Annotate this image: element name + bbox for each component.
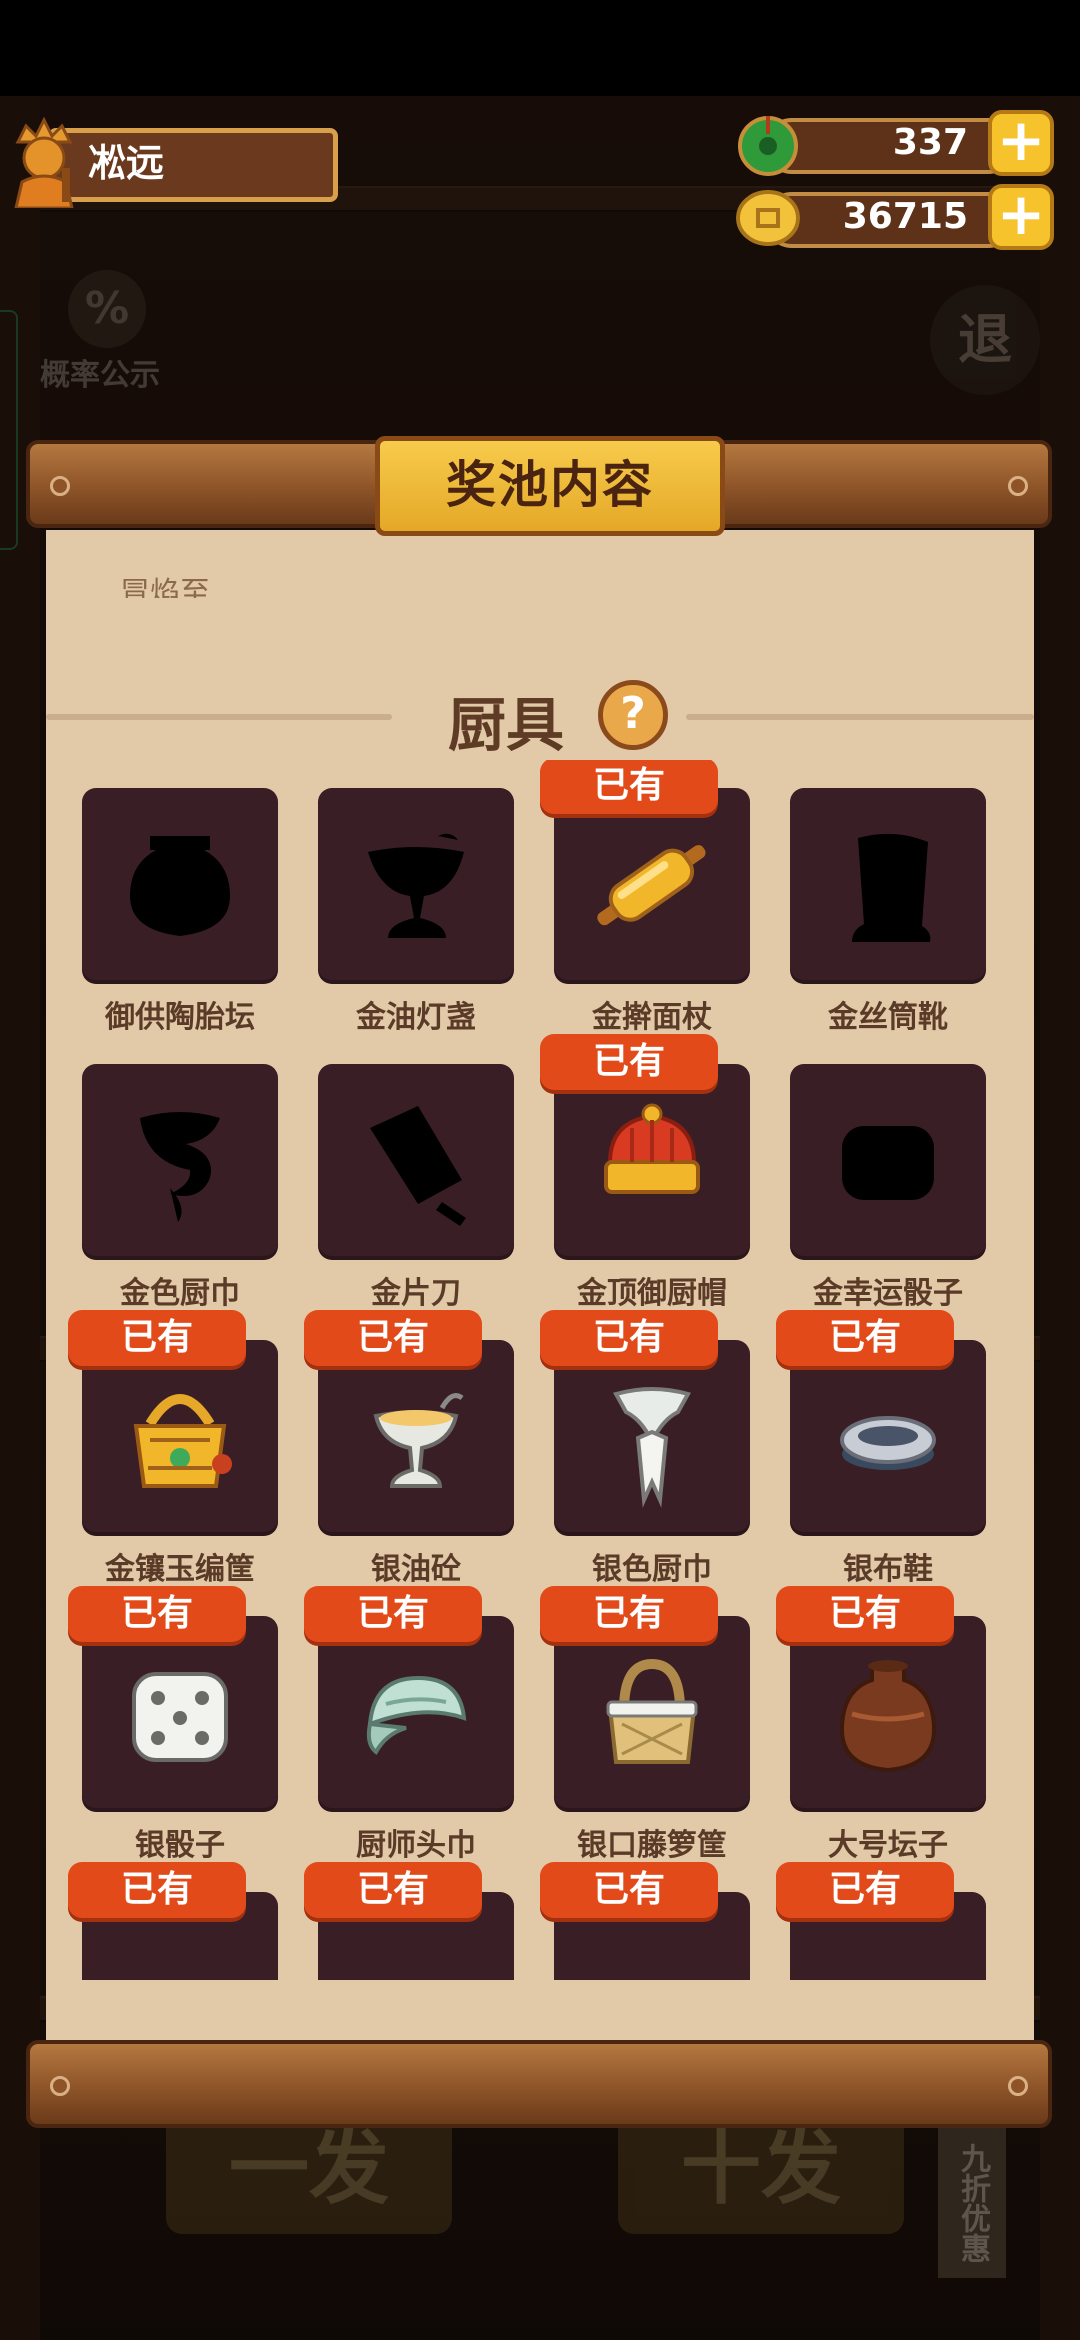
owned-badge: 已有: [304, 1862, 482, 1918]
dice-silhouette-icon: [842, 1126, 934, 1200]
item-slot: [82, 788, 278, 984]
pool-item[interactable]: 金丝筒靴: [790, 760, 986, 1035]
rolling-pin-icon: [597, 845, 706, 926]
pool-item[interactable]: 金片刀: [318, 1004, 514, 1311]
jade-value: 337: [892, 122, 968, 163]
coin-value: 36715: [842, 196, 968, 237]
jade-icon: [738, 116, 798, 176]
owned-badge: 已有: [304, 1310, 482, 1366]
pool-item[interactable]: 已有 银骰子: [68, 1556, 278, 1863]
owned-badge: 已有: [540, 760, 718, 814]
owned-badge: 已有: [540, 1310, 718, 1366]
chef-hat-icon: [604, 1103, 700, 1194]
add-jade-button[interactable]: +: [988, 110, 1054, 176]
pool-item[interactable]: 已有 金顶御厨帽: [540, 1004, 750, 1311]
owned-badge: 已有: [68, 1586, 246, 1642]
coin-icon: [736, 190, 800, 246]
item-slot: [318, 788, 514, 984]
pool-item[interactable]: 已有: [68, 1832, 278, 1980]
pool-item[interactable]: 已有 银色厨巾: [540, 1280, 750, 1587]
jar-silhouette-icon: [130, 836, 230, 936]
item-slot: [790, 1064, 986, 1260]
item-slot: [82, 1340, 278, 1536]
section-title: 厨具: [448, 691, 565, 759]
item-icon: [818, 1920, 958, 1980]
pool-item[interactable]: 已有: [776, 1832, 986, 1980]
pool-item[interactable]: 已有 金镶玉编筐: [68, 1280, 278, 1587]
item-slot: [790, 788, 986, 984]
pool-item[interactable]: 已有: [540, 1832, 750, 1980]
help-icon[interactable]: ?: [598, 680, 668, 750]
pool-item[interactable]: 金色厨巾: [82, 1004, 278, 1311]
status-bar: [0, 0, 1080, 96]
item-icon: [110, 1920, 250, 1980]
pool-item[interactable]: 金油灯盏: [318, 760, 514, 1035]
pool-item[interactable]: 已有 金擀面杖: [540, 760, 750, 1035]
silver-oil-cup-icon: [373, 1393, 464, 1488]
scroll-bottom-roller: [26, 2040, 1052, 2128]
silver-shoe-icon: [840, 1416, 936, 1470]
player-info[interactable]: 凇远: [8, 112, 338, 208]
boot-silhouette-icon: [852, 833, 931, 942]
pool-item[interactable]: 已有 银布鞋: [776, 1280, 986, 1587]
chef-avatar-icon: [14, 116, 74, 208]
pool-item[interactable]: 已有 银口藤箩筐: [540, 1556, 750, 1863]
coin-currency: 36715 +: [736, 184, 1054, 250]
item-slot: [554, 1340, 750, 1536]
player-name: 凇远: [88, 141, 165, 185]
owned-badge: 已有: [68, 1310, 246, 1366]
rattan-basket-icon: [606, 1658, 698, 1764]
item-icon: [346, 1920, 486, 1980]
item-slot: [554, 788, 750, 984]
item-slot: [318, 1064, 514, 1260]
headscarf-icon: [366, 1675, 467, 1756]
item-icon: [582, 1920, 722, 1980]
pool-item[interactable]: 已有 银油砼: [304, 1280, 514, 1587]
silver-towel-icon: [613, 1387, 691, 1508]
pool-item[interactable]: 已有: [304, 1832, 514, 1980]
item-slot: [318, 1340, 514, 1536]
towel-silhouette-icon: [140, 1112, 220, 1222]
big-jar-icon: [839, 1660, 937, 1773]
pool-item[interactable]: 金幸运骰子: [790, 1004, 986, 1311]
add-coin-button[interactable]: +: [988, 184, 1054, 250]
item-slot: [82, 1616, 278, 1812]
gold-basket-icon: [133, 1394, 232, 1488]
owned-badge: 已有: [776, 1862, 954, 1918]
item-slot: [554, 1064, 750, 1260]
cleaver-silhouette-icon: [370, 1106, 466, 1226]
pool-item[interactable]: 已有 大号坛子: [776, 1556, 986, 1863]
item-slot: [318, 1616, 514, 1812]
item-slot: [790, 1340, 986, 1536]
owned-badge: 已有: [68, 1862, 246, 1918]
pool-item[interactable]: 已有 厨师头巾: [304, 1556, 514, 1863]
owned-badge: 已有: [540, 1034, 718, 1090]
owned-badge: 已有: [540, 1862, 718, 1918]
section-header: 厨具 ?: [46, 678, 1034, 759]
cut-off-label: 冒焰至: [120, 576, 210, 598]
oil-lamp-silhouette-icon: [368, 833, 464, 938]
item-slot: [554, 1616, 750, 1812]
pool-item[interactable]: 御供陶胎坛: [82, 760, 278, 1035]
owned-badge: 已有: [776, 1586, 954, 1642]
owned-badge: 已有: [540, 1586, 718, 1642]
item-slot: [82, 1064, 278, 1260]
dice-icon: [132, 1672, 228, 1762]
dialog-title: 奖池内容: [375, 436, 725, 536]
item-grid: 御供陶胎坛 金油灯盏 已有 金擀面杖 金丝筒靴 金色厨巾 金片刀 已有 金顶御厨帽 金幸运骰子 已有…: [46, 760, 1034, 1980]
jade-currency: 337 +: [736, 110, 1054, 176]
item-slot: [790, 1616, 986, 1812]
owned-badge: 已有: [776, 1310, 954, 1366]
owned-badge: 已有: [304, 1586, 482, 1642]
